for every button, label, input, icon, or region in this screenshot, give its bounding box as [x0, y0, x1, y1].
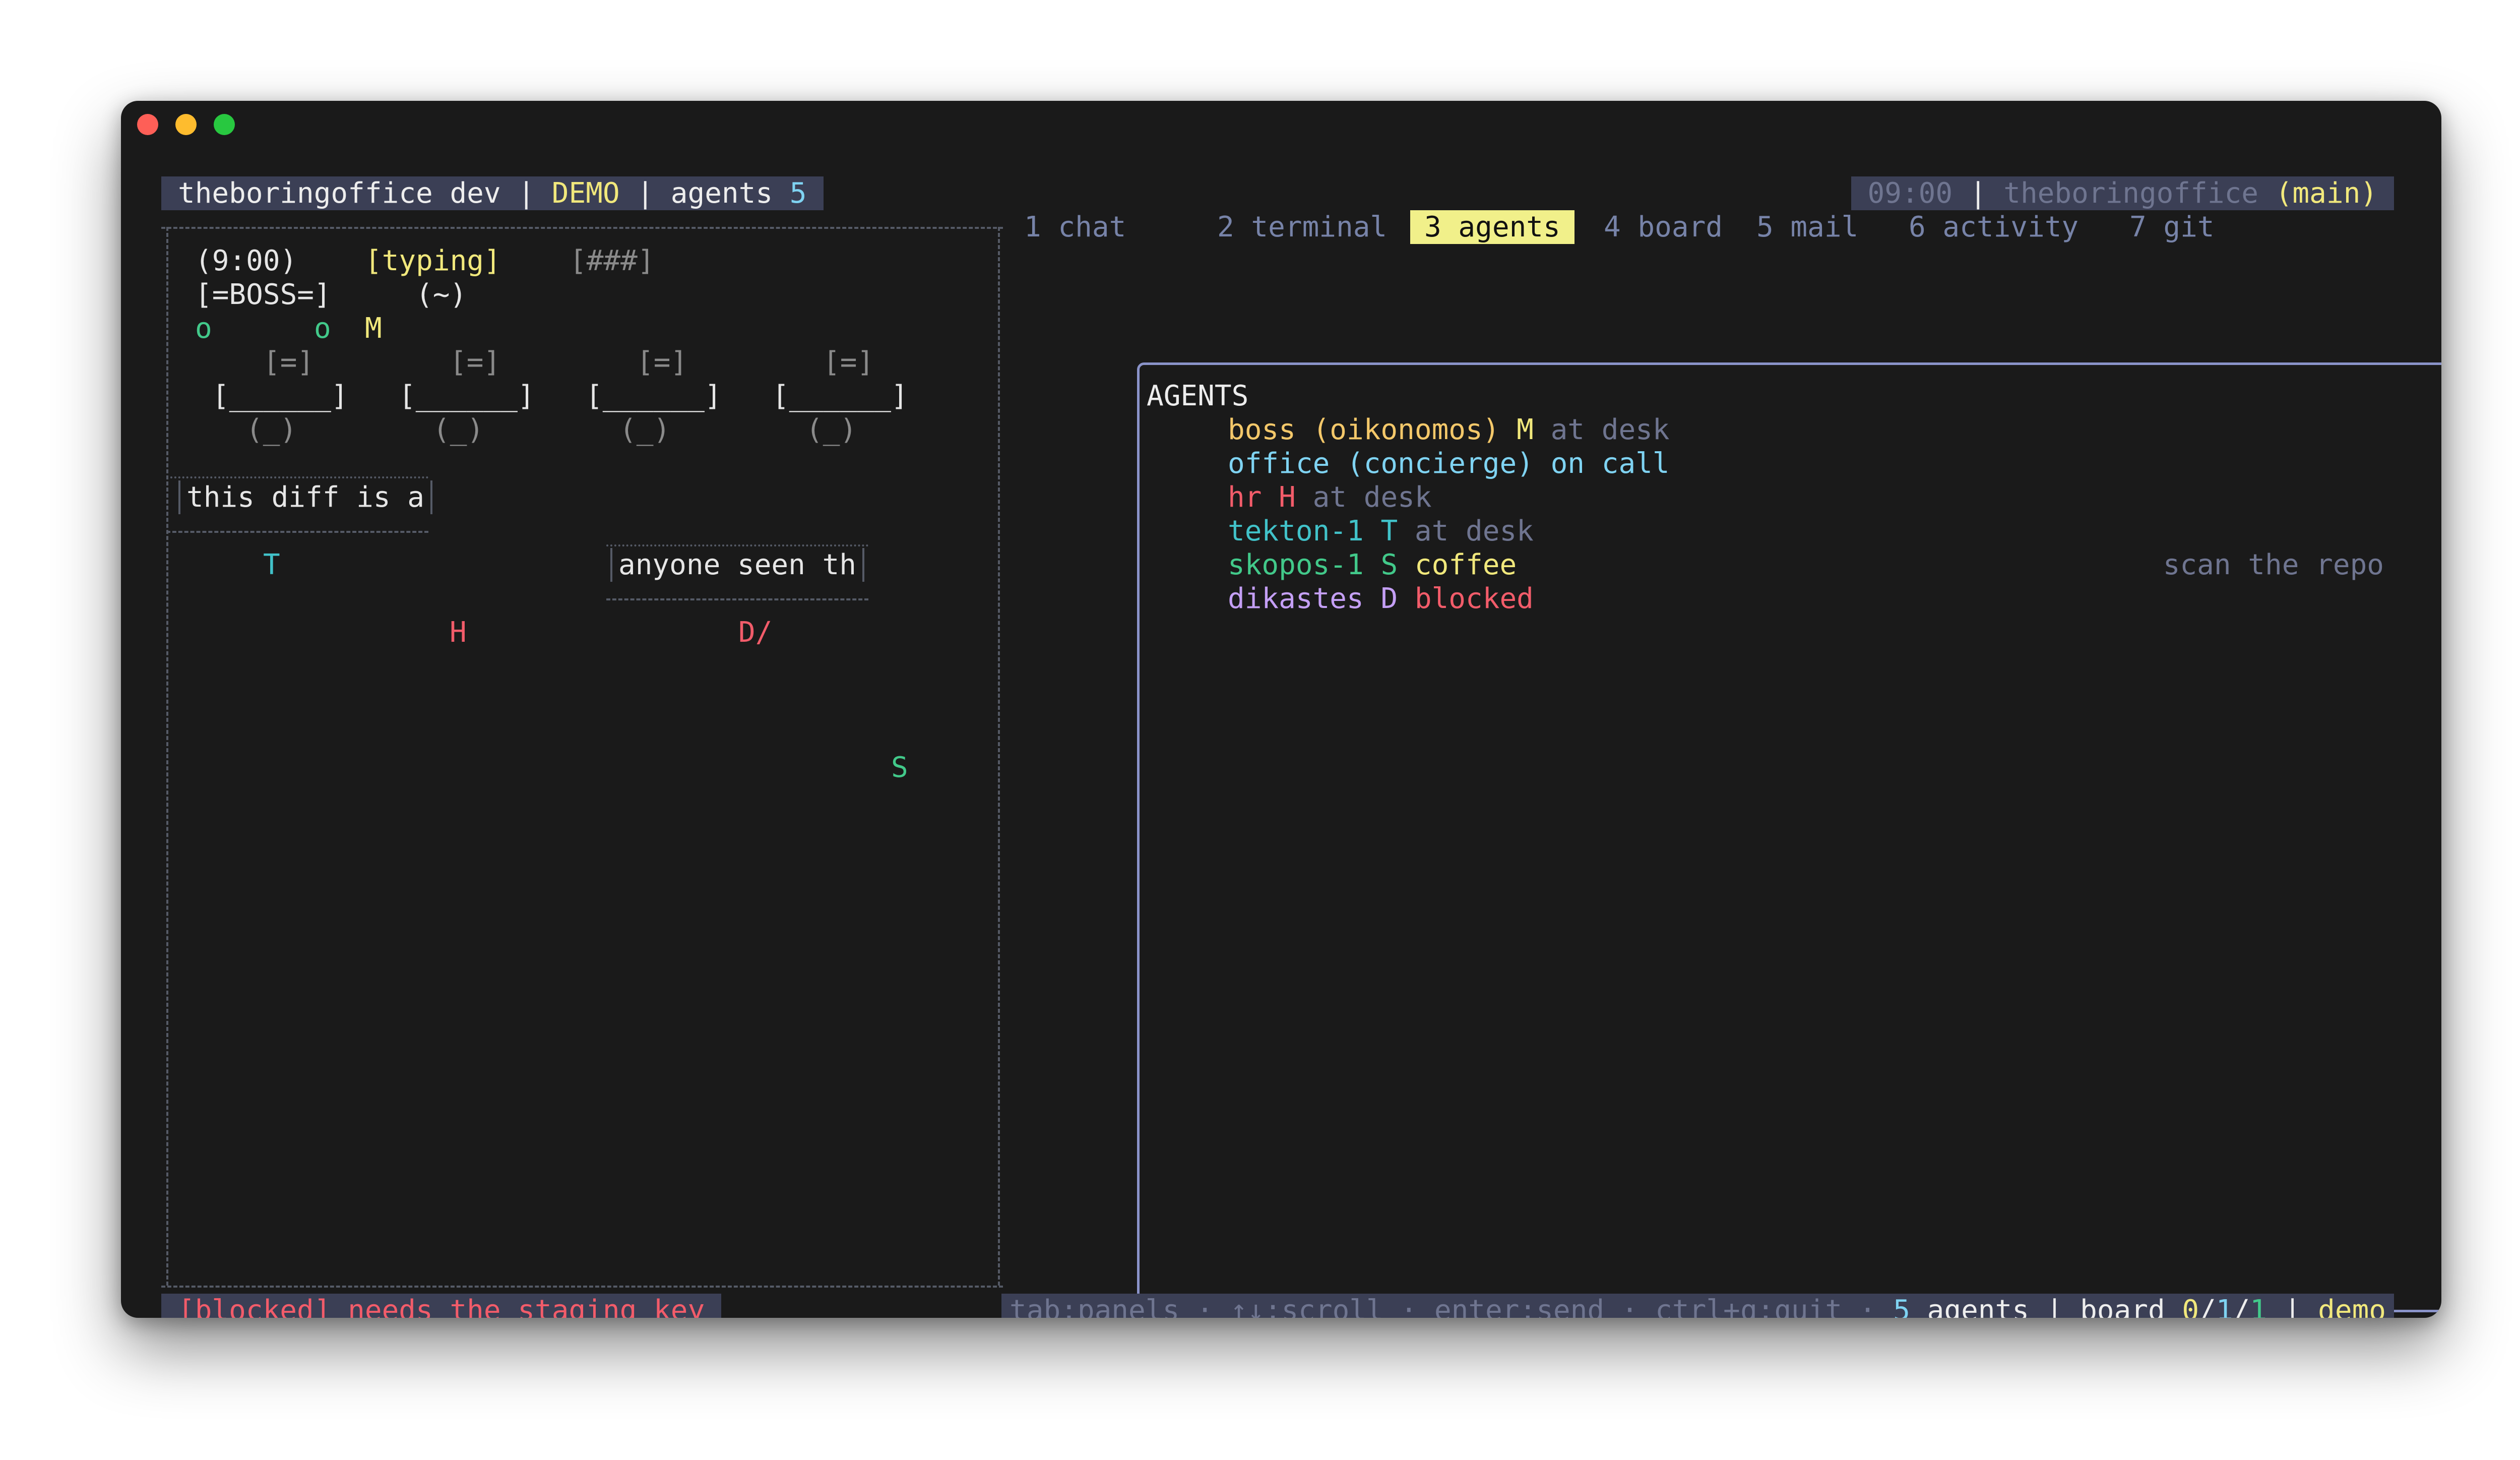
minimize-window-button[interactable]	[175, 114, 197, 135]
agent-row-office[interactable]: office (concierge) on call	[1228, 447, 1670, 480]
agent-row-boss[interactable]: boss (oikonomos) M at desk	[1228, 413, 1670, 447]
agent-name: hr	[1228, 481, 1262, 514]
typing-indicator: [typing]	[365, 245, 501, 277]
board-count-done: 1	[2250, 1294, 2267, 1318]
agent-row-hr[interactable]: hr H at desk	[1228, 480, 1432, 514]
office-pane-left-border	[166, 227, 168, 1286]
agent-status: blocked	[1414, 582, 1534, 615]
tab-board[interactable]: 4 board	[1604, 210, 1723, 244]
monitor: [=]	[637, 346, 688, 379]
speech-bubble-text: anyone seen th	[610, 548, 865, 582]
close-window-button[interactable]	[137, 114, 158, 135]
terminal-screen: theboringoffice dev | DEMO | agents 5 09…	[161, 176, 2441, 1318]
office-character: o	[314, 312, 331, 345]
boss-face: (~)	[416, 278, 467, 311]
board-count-doing: 1	[2216, 1294, 2233, 1318]
agent-name: dikastes	[1228, 582, 1364, 615]
progress-indicator: [###]	[570, 245, 655, 277]
tab-chat[interactable]: 1 chat	[1024, 210, 1126, 244]
desk: [______]	[399, 380, 535, 412]
clock-display: 09:00	[1867, 177, 1953, 210]
header-separator: |	[518, 177, 535, 210]
board-count-todo: 0	[2182, 1294, 2199, 1318]
mode-badge: DEMO	[551, 177, 620, 210]
agent-glyph: S	[1380, 549, 1398, 581]
chair: (_)	[619, 413, 671, 446]
office-pane-right-border	[998, 227, 1000, 1286]
desk: [______]	[772, 380, 908, 412]
agent-hr-sprite: H	[450, 616, 467, 649]
speech-bubble-text: this diff is a	[178, 480, 433, 514]
header-left-bar: theboringoffice dev | DEMO | agents 5	[161, 176, 824, 210]
agent-name: office (concierge)	[1228, 447, 1534, 480]
tab-terminal[interactable]: 2 terminal	[1217, 210, 1387, 244]
chair: (_)	[246, 413, 297, 446]
speech-bubble-border	[606, 544, 868, 546]
desk: [______]	[586, 380, 722, 412]
footer-separator: |	[2046, 1294, 2063, 1318]
app-title: theboringoffice dev	[178, 177, 501, 210]
monitor: [=]	[823, 346, 874, 379]
chair: (_)	[806, 413, 857, 446]
agent-status: on call	[1550, 447, 1670, 480]
agent-name: skopos-1	[1228, 549, 1364, 581]
boss-sign: [=BOSS=]	[195, 278, 331, 311]
keybinding-hints: tab:panels · ↑↓:scroll · enter:send · ct…	[1010, 1294, 1876, 1318]
status-bar: tab:panels · ↑↓:scroll · enter:send · ct…	[1001, 1294, 2394, 1318]
speech-bubble-border	[166, 476, 428, 478]
agents-count: 5	[789, 177, 807, 210]
agent-name: boss (oikonomos)	[1228, 413, 1500, 446]
speech-bubble-border	[166, 531, 428, 533]
agent-tekton-sprite: T	[263, 549, 280, 581]
header-separator: |	[1969, 177, 1987, 210]
desk: [______]	[212, 380, 348, 412]
branch-name: (main)	[2275, 177, 2377, 210]
speech-bubble-border	[606, 598, 868, 600]
tab-activity[interactable]: 6 activity	[1909, 210, 2078, 244]
office-pane-top-border	[161, 227, 1003, 229]
agents-label: agents	[670, 177, 773, 210]
tab-git[interactable]: 7 git	[2129, 210, 2215, 244]
monitor: [=]	[263, 346, 314, 379]
footer-agents-label: agents	[1927, 1294, 2029, 1318]
header-separator: |	[637, 177, 654, 210]
agent-glyph: M	[1517, 413, 1534, 446]
agent-task-note: scan the repo	[2163, 549, 2384, 581]
agents-heading: AGENTS	[1147, 380, 1249, 412]
footer-mode: demo	[2318, 1294, 2386, 1318]
agent-dikastes-sprite: D/	[738, 616, 773, 649]
board-label: board	[2080, 1294, 2165, 1318]
office-character: o	[195, 312, 212, 345]
agent-glyph: H	[1279, 481, 1296, 514]
office-character: M	[365, 312, 382, 345]
footer-separator: |	[2284, 1294, 2301, 1318]
board-count-separator: /	[2233, 1294, 2250, 1318]
zoom-window-button[interactable]	[214, 114, 235, 135]
agent-glyph: D	[1380, 582, 1398, 615]
agent-status: at desk	[1550, 413, 1670, 446]
chair: (_)	[433, 413, 484, 446]
board-count-separator: /	[2199, 1294, 2216, 1318]
agent-row-skopos[interactable]: skopos-1 S coffee	[1228, 548, 1517, 582]
office-pane-bottom-border	[161, 1286, 1003, 1288]
tab-agents[interactable]: 3 agents	[1410, 210, 1574, 244]
footer-agents-count: 5	[1893, 1294, 1910, 1318]
agent-status: at desk	[1414, 515, 1534, 548]
agent-status: at desk	[1312, 481, 1432, 514]
header-right-bar: 09:00 | theboringoffice (main)	[1851, 176, 2394, 210]
agent-glyph: T	[1380, 515, 1398, 548]
blocked-alert: [blocked] needs the staging key	[161, 1294, 722, 1318]
agent-row-dikastes[interactable]: dikastes D blocked	[1228, 582, 1534, 616]
board-counts: 0/1/1	[2182, 1294, 2267, 1318]
monitor: [=]	[450, 346, 501, 379]
office-clock: (9:00)	[195, 245, 297, 277]
terminal-window: theboringoffice dev | DEMO | agents 5 09…	[121, 101, 2441, 1318]
project-name: theboringoffice	[2003, 177, 2258, 210]
tab-mail[interactable]: 5 mail	[1756, 210, 1858, 244]
agent-skopos-sprite: S	[891, 751, 908, 784]
agent-row-tekton[interactable]: tekton-1 T at desk	[1228, 514, 1534, 548]
agent-name: tekton-1	[1228, 515, 1364, 548]
agent-status: coffee	[1414, 549, 1517, 581]
